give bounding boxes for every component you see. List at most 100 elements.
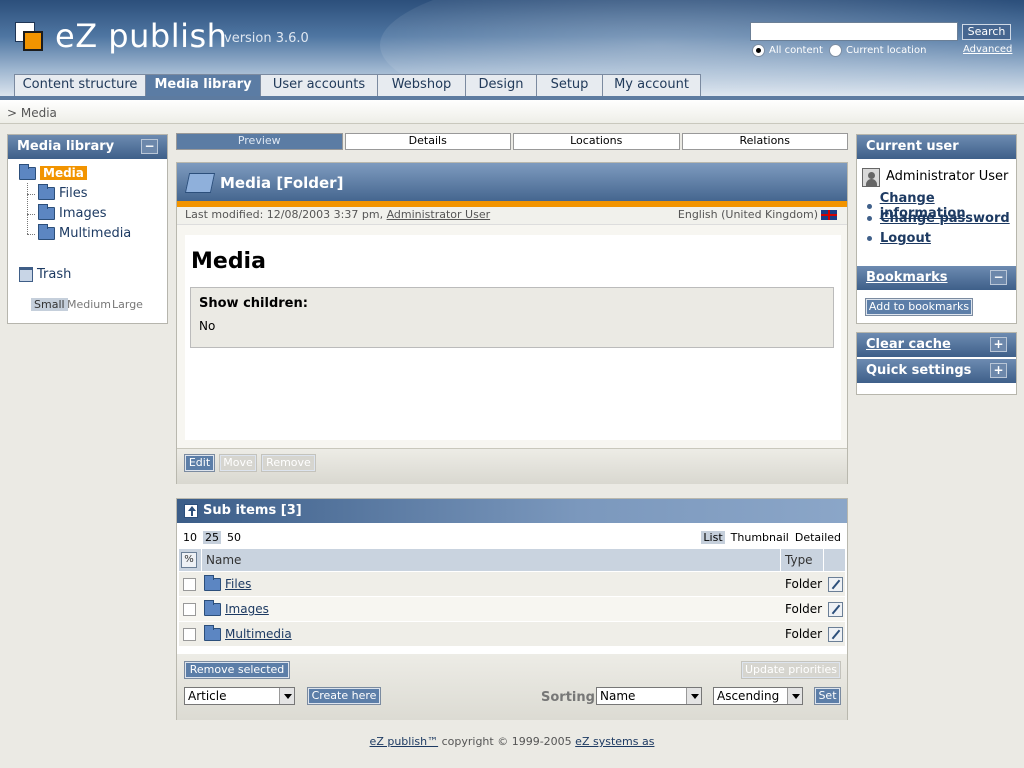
limit-10[interactable]: 10 — [183, 531, 197, 544]
tab-webshop[interactable]: Webshop — [377, 74, 466, 96]
row-name-link[interactable]: Files — [204, 574, 251, 591]
tab-preview[interactable]: Preview — [176, 133, 343, 150]
tab-design[interactable]: Design — [465, 74, 537, 96]
search-button[interactable]: Search — [962, 24, 1011, 40]
toggle-selection-button[interactable]: % — [181, 552, 197, 568]
radio-all-content[interactable]: All content — [752, 44, 823, 57]
folder-icon — [204, 599, 221, 616]
remove-selected-button[interactable]: Remove selected — [184, 661, 290, 679]
tree-item-multimedia-label: Multimedia — [59, 226, 132, 241]
tree-item-trash-label: Trash — [37, 267, 72, 282]
create-class-select[interactable]: Article — [184, 687, 295, 705]
tab-media-library[interactable]: Media library — [145, 74, 261, 96]
row-name-link[interactable]: Images — [204, 599, 269, 616]
edit-icon[interactable] — [828, 626, 843, 642]
tree-item-images[interactable]: Images — [38, 204, 107, 221]
limit-25[interactable]: 25 — [203, 531, 221, 544]
expand-button[interactable]: + — [990, 363, 1007, 378]
up-arrow-icon[interactable] — [184, 504, 198, 518]
tab-details[interactable]: Details — [344, 133, 511, 150]
media-library-panel: Media library − Media Files Images Multi… — [7, 134, 168, 324]
tab-my-account[interactable]: My account — [602, 74, 701, 96]
add-to-bookmarks-button[interactable]: Add to bookmarks — [865, 298, 973, 316]
edit-icon[interactable] — [828, 576, 843, 592]
table-row: Images Folder — [179, 597, 845, 622]
collapse-button[interactable]: − — [141, 139, 158, 154]
ez-systems-link[interactable]: eZ systems as — [575, 735, 654, 748]
quick-settings-header[interactable]: Quick settings + — [857, 359, 1016, 383]
create-here-button[interactable]: Create here — [307, 687, 381, 705]
chevron-down-icon — [686, 688, 701, 704]
tab-setup[interactable]: Setup — [536, 74, 603, 96]
row-checkbox[interactable] — [183, 602, 196, 616]
main-tabs: Content structure Media library User acc… — [14, 74, 701, 96]
folder-icon — [204, 574, 221, 591]
size-large[interactable]: Large — [112, 298, 143, 311]
bookmarks-collapse-button[interactable]: − — [990, 270, 1007, 285]
sub-items-header: Sub items [3] — [177, 499, 847, 523]
tab-user-accounts[interactable]: User accounts — [260, 74, 378, 96]
row-type: Folder — [785, 627, 823, 641]
set-sorting-button[interactable]: Set — [814, 687, 841, 705]
sort-order-select[interactable]: Ascending — [713, 687, 803, 705]
radio-all-content-label: All content — [769, 45, 823, 56]
uk-flag-icon — [821, 210, 837, 220]
sub-items-table: % Name Type Files Folder Images Folder M… — [179, 549, 845, 647]
size-medium[interactable]: Medium — [67, 298, 111, 311]
copyright-text: copyright © 1999-2005 — [438, 735, 576, 748]
tab-relations[interactable]: Relations — [681, 133, 848, 150]
tree-item-media[interactable]: Media — [19, 163, 87, 180]
edit-icon[interactable] — [828, 601, 843, 617]
bookmarks-header[interactable]: Bookmarks − — [857, 266, 1016, 290]
advanced-search-link[interactable]: Advanced — [963, 44, 1012, 55]
row-checkbox[interactable] — [183, 627, 196, 641]
table-row: Files Folder — [179, 572, 845, 597]
tab-content-structure[interactable]: Content structure — [14, 74, 146, 96]
folder-icon — [38, 204, 55, 220]
expand-button[interactable]: + — [990, 337, 1007, 352]
limit-50[interactable]: 50 — [227, 531, 241, 544]
move-button[interactable]: Move — [219, 454, 257, 472]
search-input[interactable] — [750, 22, 958, 41]
folder-icon — [19, 163, 36, 180]
sort-field-select[interactable]: Name — [596, 687, 702, 705]
chevron-down-icon — [787, 688, 802, 704]
row-checkbox[interactable] — [183, 577, 196, 591]
content-preview-panel: Media [Folder] Last modified: 12/08/2003… — [176, 162, 848, 484]
sort-order-value: Ascending — [717, 689, 780, 703]
user-name: Administrator User — [886, 169, 1009, 184]
ez-publish-link[interactable]: eZ publish™ — [370, 735, 439, 748]
tree-connector — [27, 234, 35, 235]
clear-cache-header[interactable]: Clear cache + — [857, 333, 1016, 357]
tab-locations[interactable]: Locations — [513, 133, 680, 150]
tree-item-trash[interactable]: Trash — [19, 267, 71, 282]
column-header-name[interactable]: Name — [206, 553, 241, 567]
tree-item-files[interactable]: Files — [38, 184, 88, 201]
content-header: Media [Folder] — [177, 163, 847, 207]
column-header-type[interactable]: Type — [785, 553, 813, 567]
media-library-panel-title: Media library − — [8, 135, 167, 159]
version-label: version 3.6.0 — [224, 31, 309, 46]
row-name-link[interactable]: Multimedia — [204, 624, 292, 641]
logout-link[interactable]: Logout — [867, 231, 931, 246]
change-password-link[interactable]: Change password — [867, 211, 1010, 226]
footer: eZ publish™ copyright © 1999-2005 eZ sys… — [0, 735, 1024, 748]
size-small[interactable]: Small — [31, 298, 68, 311]
view-list[interactable]: List — [701, 531, 725, 544]
folder-icon — [38, 224, 55, 240]
bullet-icon — [867, 236, 872, 241]
quick-settings-title: Quick settings — [866, 363, 972, 378]
tree-item-multimedia[interactable]: Multimedia — [38, 224, 132, 241]
row-type: Folder — [785, 602, 823, 616]
sub-items-action-bar: Remove selected Update priorities Articl… — [177, 654, 847, 720]
column-divider — [780, 549, 781, 572]
edit-button[interactable]: Edit — [184, 454, 215, 472]
remove-button[interactable]: Remove — [261, 454, 316, 472]
view-thumbnail[interactable]: Thumbnail — [731, 531, 789, 544]
update-priorities-button[interactable]: Update priorities — [741, 661, 841, 679]
radio-checked-icon — [752, 44, 765, 57]
radio-current-location[interactable]: Current location — [829, 44, 926, 57]
column-divider — [823, 549, 824, 572]
modified-user-link[interactable]: Administrator User — [387, 208, 491, 221]
view-detailed[interactable]: Detailed — [795, 531, 841, 544]
